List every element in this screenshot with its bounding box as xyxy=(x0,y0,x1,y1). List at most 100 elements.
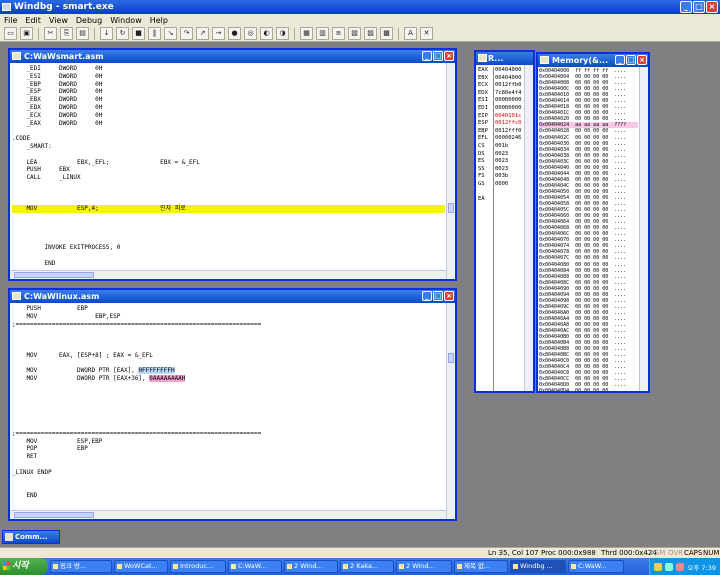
code-line[interactable] xyxy=(12,344,445,352)
maximize-button[interactable]: □ xyxy=(693,1,705,13)
taskbar-button[interactable]: 링크 방... xyxy=(50,560,112,573)
code-line[interactable] xyxy=(12,221,445,229)
go-icon[interactable]: ↓ xyxy=(100,27,113,40)
memory-row[interactable]: 0x0040402C 00 00 00 00 .... xyxy=(539,135,638,141)
save-icon[interactable]: ▣ xyxy=(20,27,33,40)
code-line[interactable] xyxy=(12,213,445,221)
code-line[interactable]: MOV DWORD PTR [EAX], 0FFFFFFFFH xyxy=(12,367,445,375)
watch-icon[interactable]: ◐ xyxy=(260,27,273,40)
taskbar-button[interactable]: C:WaW... xyxy=(228,560,282,573)
code-line[interactable]: INVOKE EXITPROCESS, 0 xyxy=(12,244,445,252)
paste-icon[interactable]: ▤ xyxy=(76,27,89,40)
code-line[interactable] xyxy=(12,237,445,245)
memory-row[interactable]: 0x00404080 00 00 00 00 .... xyxy=(539,262,638,268)
minimize-button[interactable]: _ xyxy=(680,1,692,13)
code-line[interactable]: LEA EBX,_EFL; EBX = &_EFL xyxy=(12,159,445,167)
maximize-button[interactable]: □ xyxy=(433,291,443,301)
tray-security-icon[interactable] xyxy=(676,562,685,571)
memory-row[interactable]: 0x00404034 00 00 00 00 .... xyxy=(539,147,638,153)
register-value[interactable]: 00000000 xyxy=(495,97,524,105)
code-line[interactable]: RET xyxy=(12,453,445,461)
code-line[interactable] xyxy=(12,360,445,368)
step-into-icon[interactable]: ↘ xyxy=(164,27,177,40)
code-line[interactable]: _SMART: xyxy=(12,143,445,151)
horizontal-scrollbar[interactable] xyxy=(10,270,446,279)
linux-asm-window[interactable]: C:WaWlinux.asm _ □ × PUSH EBP MOV EBP,ESP;… xyxy=(8,288,457,521)
register-value[interactable]: 00404000 xyxy=(495,75,524,83)
memory-window[interactable]: Memory(&... _ □ × 0x00404000 ff ff ff ff .… xyxy=(536,52,650,393)
code-line[interactable]: MOV EBP,ESP xyxy=(12,313,445,321)
memory-row[interactable]: 0x00404084 00 00 00 00 .... xyxy=(539,268,638,274)
register-value[interactable]: 0023 xyxy=(495,151,524,159)
code-line[interactable] xyxy=(12,336,445,344)
register-value[interactable]: 0023 xyxy=(495,166,524,174)
maximize-button[interactable]: □ xyxy=(433,51,443,61)
menu-window[interactable]: Window xyxy=(106,16,146,25)
close-button[interactable]: × xyxy=(706,1,718,13)
memory-row[interactable]: 0x00404028 00 00 00 00 .... xyxy=(539,128,638,134)
copy-icon[interactable]: ⎘ xyxy=(60,27,73,40)
code-line[interactable] xyxy=(12,151,445,159)
disassembly-icon[interactable]: ▧ xyxy=(348,27,361,40)
memory-row[interactable]: 0x00404048 00 00 00 00 .... xyxy=(539,177,638,183)
code-line[interactable] xyxy=(12,477,445,485)
code-line[interactable]: MOV DWORD PTR [EAX+36], 0AAAAAAAAH xyxy=(12,375,445,383)
smart-asm-window[interactable]: C:WaWsmart.asm _ □ × _EDI DWORD 0H _ESI DW… xyxy=(8,48,457,281)
code-line[interactable] xyxy=(12,229,445,237)
memory-row[interactable]: 0x0040409C 00 00 00 00 .... xyxy=(539,304,638,310)
code-line[interactable] xyxy=(12,406,445,414)
memory-row[interactable]: 0x00404040 00 00 00 00 .... xyxy=(539,165,638,171)
register-value[interactable]: 7c80e4f4 xyxy=(495,90,524,98)
code-line[interactable]: ;=======================================… xyxy=(12,321,445,329)
code-line[interactable]: CALL _LINUX xyxy=(12,174,445,182)
minimize-button[interactable]: _ xyxy=(422,51,432,61)
memory-row[interactable]: 0x0040407C 00 00 00 00 .... xyxy=(539,255,638,261)
register-value[interactable]: 00000000 xyxy=(495,105,524,113)
code-line[interactable] xyxy=(12,414,445,422)
code-line[interactable]: _EDI DWORD 0H xyxy=(12,65,445,73)
break-icon[interactable]: ‖ xyxy=(148,27,161,40)
code-line[interactable]: _EBP DWORD 0H xyxy=(12,81,445,89)
font-icon[interactable]: A xyxy=(404,27,417,40)
code-line[interactable] xyxy=(12,422,445,430)
locals-icon[interactable]: ◑ xyxy=(276,27,289,40)
close-button[interactable]: × xyxy=(444,291,454,301)
code-line[interactable] xyxy=(12,484,445,492)
code-line[interactable]: _ESI DWORD 0H xyxy=(12,73,445,81)
code-line[interactable]: MOV EAX, [ESP+8] ; EAX = &_EFL xyxy=(12,352,445,360)
register-value[interactable]: 003b xyxy=(495,173,524,181)
code-line[interactable] xyxy=(12,252,445,260)
close-button[interactable]: × xyxy=(637,55,647,65)
code-line[interactable] xyxy=(12,182,445,190)
cut-icon[interactable]: ✂ xyxy=(44,27,57,40)
code-line[interactable]: _EAX DWORD 0H xyxy=(12,120,445,128)
restart-icon[interactable]: ↻ xyxy=(116,27,129,40)
close-button[interactable]: × xyxy=(444,51,454,61)
vertical-scrollbar[interactable] xyxy=(446,303,455,519)
callstack-icon[interactable]: ≡ xyxy=(332,27,345,40)
code-line[interactable]: _ECX DWORD 0H xyxy=(12,112,445,120)
register-value[interactable]: 00000246 xyxy=(495,135,524,143)
tray-app-icon[interactable] xyxy=(654,562,663,571)
code-line[interactable] xyxy=(12,190,445,198)
register-value[interactable] xyxy=(495,196,524,204)
menu-help[interactable]: Help xyxy=(146,16,172,25)
app-title-bar[interactable]: Windbg - smart.exe _ □ × xyxy=(0,0,720,14)
memory-icon[interactable]: ▥ xyxy=(316,27,329,40)
code-line[interactable]: _LINUX ENDP xyxy=(12,469,445,477)
register-value[interactable]: 0012ffb0 xyxy=(495,82,524,90)
menu-edit[interactable]: Edit xyxy=(21,16,45,25)
source-mode-icon[interactable]: ▩ xyxy=(380,27,393,40)
taskbar-button[interactable]: 2 Wind... xyxy=(396,560,452,573)
taskbar-button[interactable]: WoWCat... xyxy=(114,560,168,573)
register-value[interactable]: 001b xyxy=(495,143,524,151)
code-line[interactable]: _EDX DWORD 0H xyxy=(12,104,445,112)
menu-view[interactable]: View xyxy=(45,16,72,25)
taskbar-button[interactable]: 2 Wind... xyxy=(284,560,338,573)
register-value[interactable]: 0000 xyxy=(495,181,524,189)
start-button[interactable]: 시작 xyxy=(0,558,48,575)
scratch-icon[interactable]: ▨ xyxy=(364,27,377,40)
code-line[interactable] xyxy=(12,127,445,135)
memory-row[interactable]: 0x00404038 00 00 00 00 .... xyxy=(539,153,638,159)
options-icon[interactable]: ✕ xyxy=(420,27,433,40)
